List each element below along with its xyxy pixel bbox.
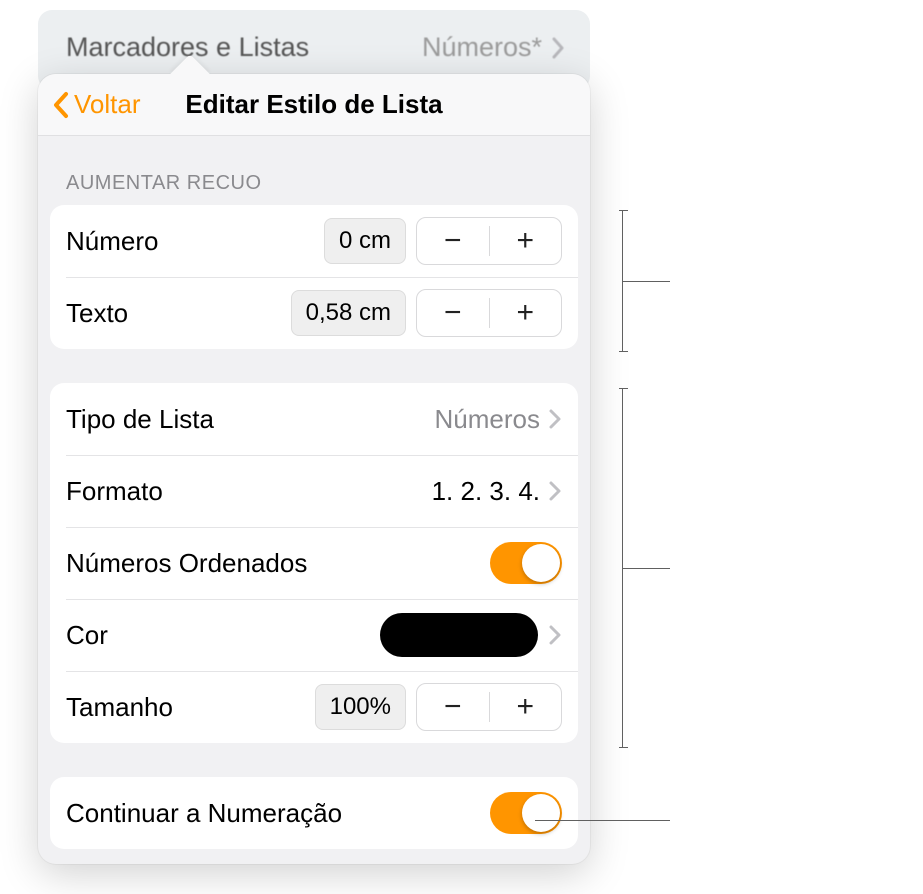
chevron-right-icon [548,624,562,646]
size-stepper: − + [416,683,562,731]
color-label: Cor [66,620,380,651]
text-indent-stepper: − + [416,289,562,337]
number-indent-increase-button[interactable]: + [490,218,562,264]
size-label: Tamanho [66,692,315,723]
text-indent-decrease-button[interactable]: − [417,290,489,336]
minus-icon: − [444,296,462,330]
minus-icon: − [444,690,462,724]
number-indent-stepper: − + [416,217,562,265]
number-indent-row: Número 0 cm − + [50,205,578,277]
text-indent-row: Texto 0,58 cm − + [50,277,578,349]
bullets-lists-value: Números* [422,32,542,63]
format-label: Formato [66,476,432,507]
size-row: Tamanho 100% − + [50,671,578,743]
size-value[interactable]: 100% [315,684,406,730]
size-decrease-button[interactable]: − [417,684,489,730]
bullets-lists-value-wrap[interactable]: Números* [422,32,564,63]
color-row[interactable]: Cor [50,599,578,671]
back-label: Voltar [74,89,141,120]
plus-icon: + [516,224,534,258]
chevron-right-icon [548,480,562,502]
ordered-numbers-toggle[interactable] [490,542,562,584]
chevron-right-icon [552,37,564,59]
continue-numbering-row: Continuar a Numeração [50,777,578,849]
back-button[interactable]: Voltar [52,74,141,135]
number-indent-value[interactable]: 0 cm [324,218,406,264]
number-indent-decrease-button[interactable]: − [417,218,489,264]
ordered-numbers-row: Números Ordenados [50,527,578,599]
format-value: 1. 2. 3. 4. [432,476,540,507]
list-properties-group: Tipo de Lista Números Formato 1. 2. 3. 4… [50,383,578,743]
toggle-knob [522,544,560,582]
popover-header: Voltar Editar Estilo de Lista [38,74,590,136]
format-row[interactable]: Formato 1. 2. 3. 4. [50,455,578,527]
popover-title: Editar Estilo de Lista [185,89,442,120]
edit-list-style-popover: Voltar Editar Estilo de Lista Aumentar R… [38,74,590,864]
callout-leader-top [622,281,670,282]
number-indent-label: Número [66,226,324,257]
color-swatch [380,613,538,657]
callout-leader-bottom [535,820,670,821]
text-indent-label: Texto [66,298,291,329]
continue-numbering-toggle[interactable] [490,792,562,834]
continue-numbering-label: Continuar a Numeração [66,798,490,829]
continue-numbering-group: Continuar a Numeração [50,777,578,849]
text-indent-value[interactable]: 0,58 cm [291,290,406,336]
list-type-value: Números [435,404,540,435]
toggle-knob [522,794,560,832]
indent-section-header: Aumentar Recuo [38,136,590,205]
chevron-right-icon [548,408,562,430]
chevron-left-icon [52,91,70,119]
minus-icon: − [444,224,462,258]
indent-group: Número 0 cm − + Texto 0,58 cm − + [50,205,578,349]
plus-icon: + [516,296,534,330]
plus-icon: + [516,690,534,724]
callout-leader-mid [622,568,670,569]
list-type-row[interactable]: Tipo de Lista Números [50,383,578,455]
list-type-label: Tipo de Lista [66,404,435,435]
ordered-numbers-label: Números Ordenados [66,548,490,579]
text-indent-increase-button[interactable]: + [490,290,562,336]
size-increase-button[interactable]: + [490,684,562,730]
